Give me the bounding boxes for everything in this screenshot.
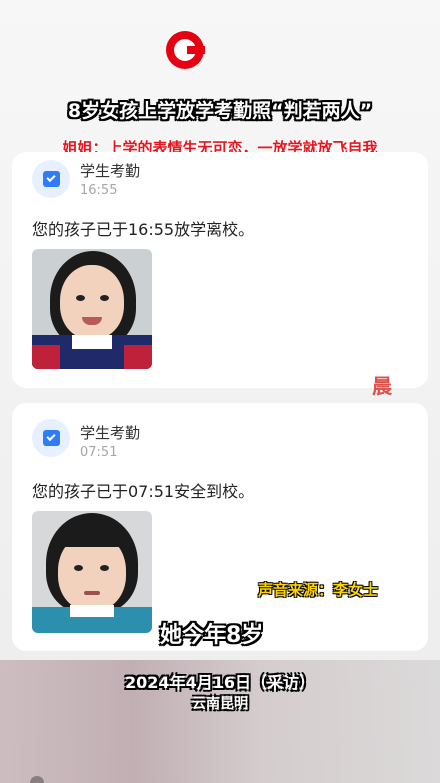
attendance-card-arrival[interactable]: 学生考勤 07:51 您的孩子已于07:51安全到校。 [12,403,428,651]
c-logo-icon [166,31,205,69]
age-caption: 她今年8岁 [160,623,264,648]
watermark-text: 晨 [372,374,392,398]
card-time: 16:55 [80,183,118,198]
card-title: 学生考勤 [80,162,141,180]
attendance-card-leave[interactable]: 学生考勤 16:55 您的孩子已于16:55放学离校。 [12,152,428,388]
student-photo-sad[interactable] [32,511,152,633]
card-message: 您的孩子已于07:51安全到校。 [32,482,255,501]
news-screenshot: 8岁女孩上学放学考勤照“判若两人” 姐姐：上学的表情生无可恋，一放学就放飞自我 … [0,0,440,783]
place-caption: 云南昆明 [192,696,248,712]
calendar-check-icon [32,419,70,457]
headline: 8岁女孩上学放学考勤照“判若两人” [67,100,373,122]
card-message: 您的孩子已于16:55放学离校。 [32,220,255,239]
student-photo-smiling[interactable] [32,249,152,369]
card-title: 学生考勤 [80,424,141,442]
decorative-dot [30,776,44,783]
date-caption: 2024年4月16日（采访） [125,673,315,692]
source-caption: 声音来源：李女士 [258,581,379,599]
card-time: 07:51 [80,445,118,460]
calendar-check-icon [32,160,70,198]
